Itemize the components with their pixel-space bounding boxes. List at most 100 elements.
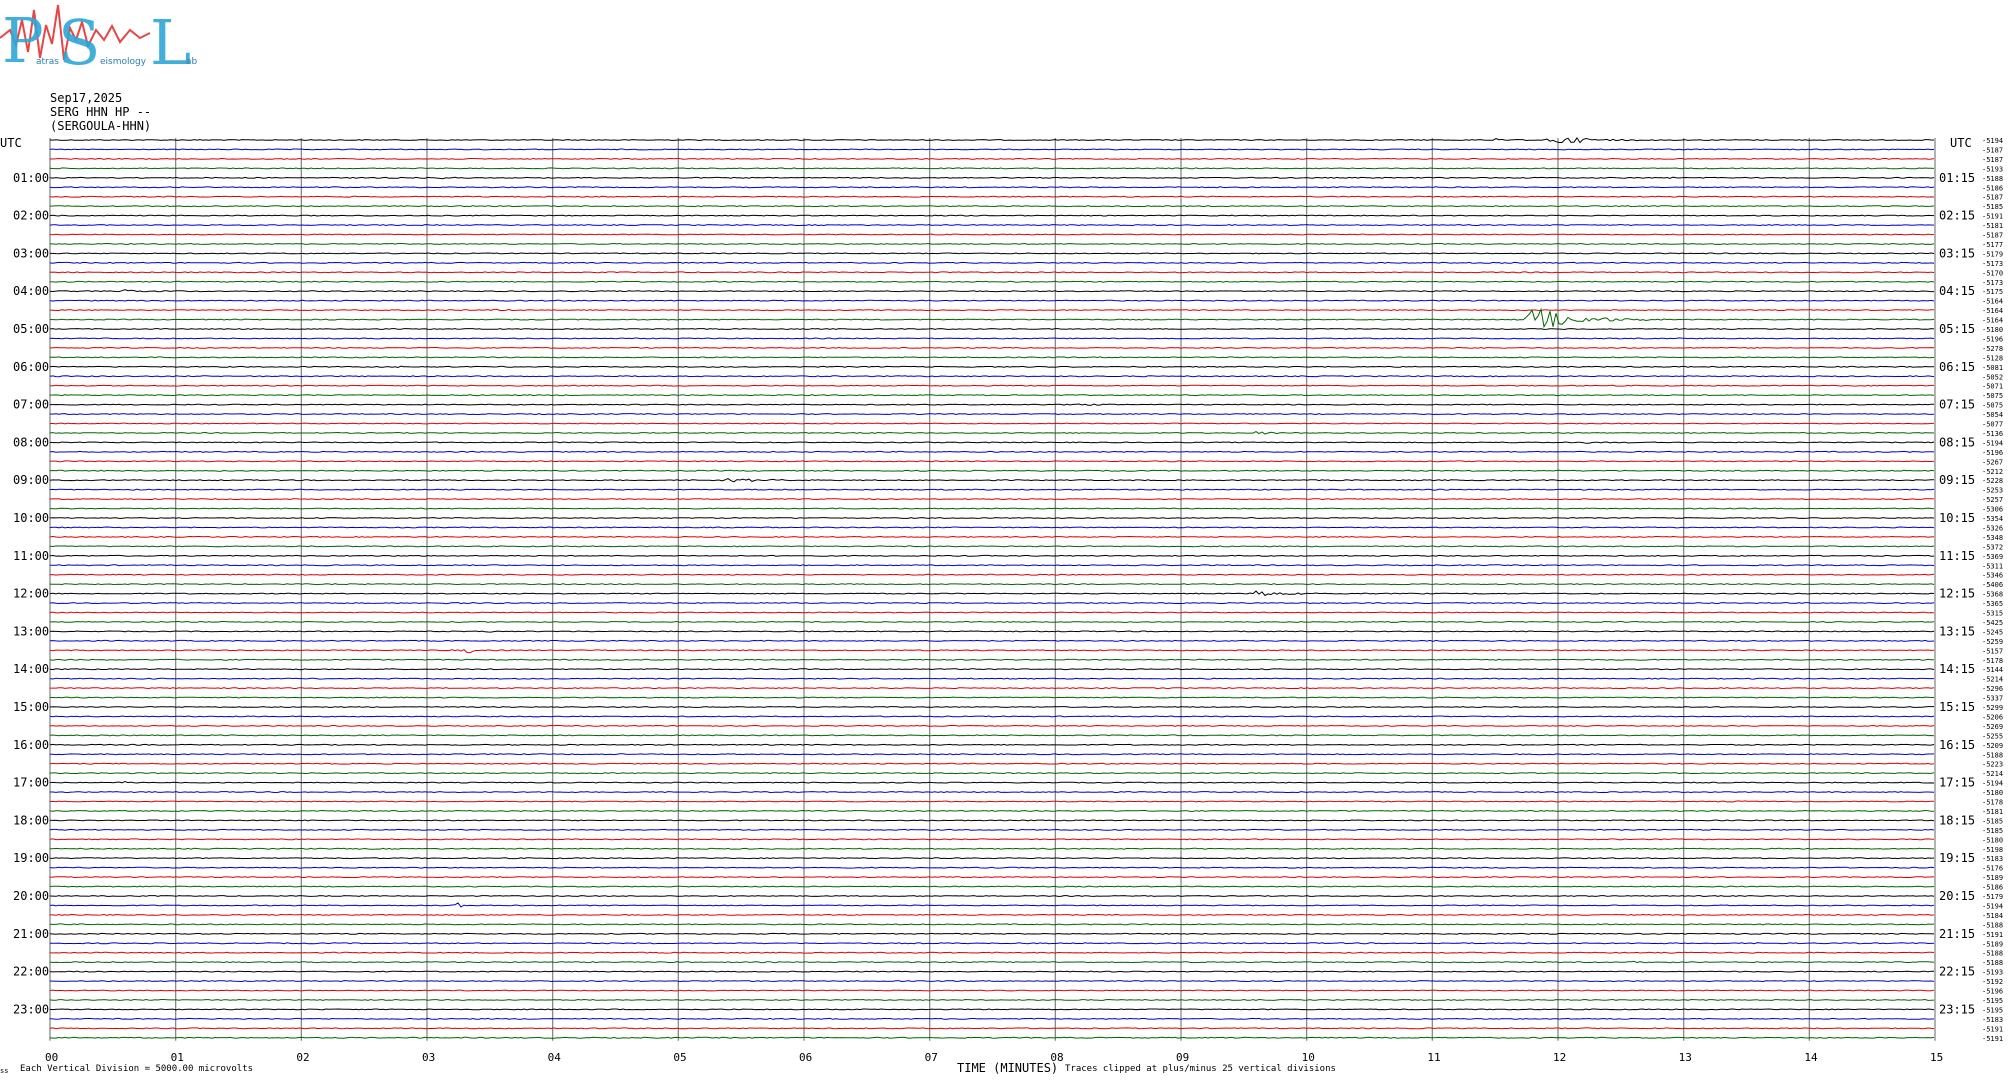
trace-25	[49, 375, 1935, 378]
right-hour-label: 03:15	[1939, 246, 1975, 260]
trace-offset-label: -5348	[1982, 534, 2003, 542]
trace-63	[49, 734, 1935, 737]
x-tick-label: 12	[1553, 1051, 1566, 1064]
right-hour-label: 09:15	[1939, 473, 1975, 487]
trace-19	[49, 307, 1935, 329]
left-hour-label: 14:00	[13, 662, 49, 676]
trace-42	[49, 535, 1935, 538]
trace-offset-label: -5176	[1982, 865, 2003, 873]
left-hour-label: 04:00	[13, 284, 49, 298]
trace-offset-label: -5187	[1982, 232, 2003, 240]
right-hour-label: 12:15	[1939, 587, 1975, 601]
trace-offset-label: -5189	[1982, 874, 2003, 882]
trace-offset-label: -5368	[1982, 591, 2003, 599]
left-hour-label: 22:00	[13, 965, 49, 979]
right-hour-label: 01:15	[1939, 171, 1975, 185]
trace-4	[49, 176, 1935, 180]
right-hour-label: 21:15	[1939, 927, 1975, 941]
trace-29	[49, 413, 1935, 416]
trace-81	[49, 902, 1935, 908]
trace-offset-label: -5296	[1982, 685, 2003, 693]
trace-offset-label: -5194	[1982, 780, 2003, 788]
trace-offset-label: -5196	[1982, 988, 2003, 996]
trace-offset-label: -5257	[1982, 496, 2003, 504]
trace-offset-label: -5354	[1982, 515, 2003, 523]
trace-offset-label: -5198	[1982, 846, 2003, 854]
x-tick-label: 09	[1176, 1051, 1189, 1064]
trace-91	[49, 998, 1935, 1001]
trace-offset-label: -5245	[1982, 628, 2003, 636]
trace-offset-label: -5144	[1982, 666, 2003, 674]
trace-17	[49, 299, 1935, 302]
trace-44	[49, 554, 1935, 557]
trace-90	[49, 989, 1935, 992]
seismic-traces	[49, 137, 1935, 1039]
trace-offset-label: -5157	[1982, 647, 2003, 655]
right-hour-label: 14:15	[1939, 662, 1975, 676]
trace-54	[49, 648, 1935, 654]
trace-offset-label: -5214	[1982, 676, 2003, 684]
trace-offset-label: -5267	[1982, 458, 2003, 466]
trace-offset-label: -5187	[1982, 156, 2003, 164]
corner-mark: ss	[0, 1067, 8, 1075]
trace-3	[49, 167, 1935, 170]
right-hour-label: 20:15	[1939, 889, 1975, 903]
left-hour-label: 08:00	[13, 435, 49, 449]
trace-offset-label: -5173	[1982, 260, 2003, 268]
trace-47	[49, 583, 1935, 586]
trace-offset-label: -5192	[1982, 978, 2003, 986]
trace-48	[49, 590, 1935, 597]
trace-offset-label: -5128	[1982, 354, 2003, 362]
trace-offset-label: -5191	[1982, 1025, 2003, 1033]
helicorder-chart: 00 01 02 03 04 05 06 07 08 09 10 11 12 13 14 15 01:0002…	[0, 136, 2003, 1075]
trace-55	[49, 658, 1935, 661]
trace-offset-label: -5188	[1982, 921, 2003, 929]
trace-offset-label: -5299	[1982, 704, 2003, 712]
x-tick-label: 07	[925, 1051, 938, 1064]
trace-offset-label: -5170	[1982, 269, 2003, 277]
trace-89	[49, 980, 1935, 983]
trace-85	[49, 942, 1935, 945]
trace-offset-label: -5075	[1982, 402, 2003, 410]
x-tick-label: 14	[1804, 1051, 1818, 1064]
trace-offset-label: -5180	[1982, 789, 2003, 797]
trace-59	[50, 696, 1934, 699]
x-tick-label: 04	[548, 1051, 562, 1064]
x-tick-label: 05	[673, 1051, 686, 1064]
trace-offset-label: -5278	[1982, 345, 2003, 353]
trace-offset-label: -5187	[1982, 146, 2003, 154]
left-hour-label: 06:00	[13, 360, 49, 374]
trace-offset-label: -5191	[1982, 1035, 2003, 1043]
trace-offset-label: -5193	[1982, 165, 2003, 173]
left-hour-label: 07:00	[13, 398, 49, 412]
left-hour-label: 13:00	[13, 624, 49, 638]
left-hour-label: 19:00	[13, 851, 49, 865]
trace-88	[49, 970, 1934, 973]
trace-49	[49, 601, 1935, 605]
x-axis-title: TIME (MINUTES)	[957, 1061, 1058, 1075]
right-hour-label: 19:15	[1939, 851, 1975, 865]
trace-66	[49, 762, 1935, 765]
trace-offset-label: -5164	[1982, 317, 2003, 325]
trace-offset-label: -5184	[1982, 912, 2003, 920]
trace-51	[49, 620, 1935, 623]
trace-92	[49, 1008, 1935, 1011]
trace-58	[50, 687, 1935, 690]
trace-offset-label: -5209	[1982, 742, 2003, 750]
trace-94	[49, 1027, 1935, 1030]
trace-22	[50, 346, 1935, 349]
trace-offset-label: -5195	[1982, 1006, 2003, 1014]
trace-53	[49, 639, 1935, 642]
trace-82	[50, 913, 1935, 916]
trace-offset-label: -5269	[1982, 723, 2003, 731]
trace-2	[49, 157, 1935, 160]
trace-offset-label: -5180	[1982, 326, 2003, 334]
trace-offset-label: -5178	[1982, 799, 2003, 807]
trace-5	[49, 186, 1935, 189]
trace-offset-label: -5372	[1982, 543, 2003, 551]
right-hour-label: 08:15	[1939, 435, 1975, 449]
trace-offset-label: -5365	[1982, 600, 2003, 608]
trace-39	[49, 507, 1935, 510]
left-hour-label: 20:00	[13, 889, 49, 903]
trace-20	[49, 328, 1935, 330]
